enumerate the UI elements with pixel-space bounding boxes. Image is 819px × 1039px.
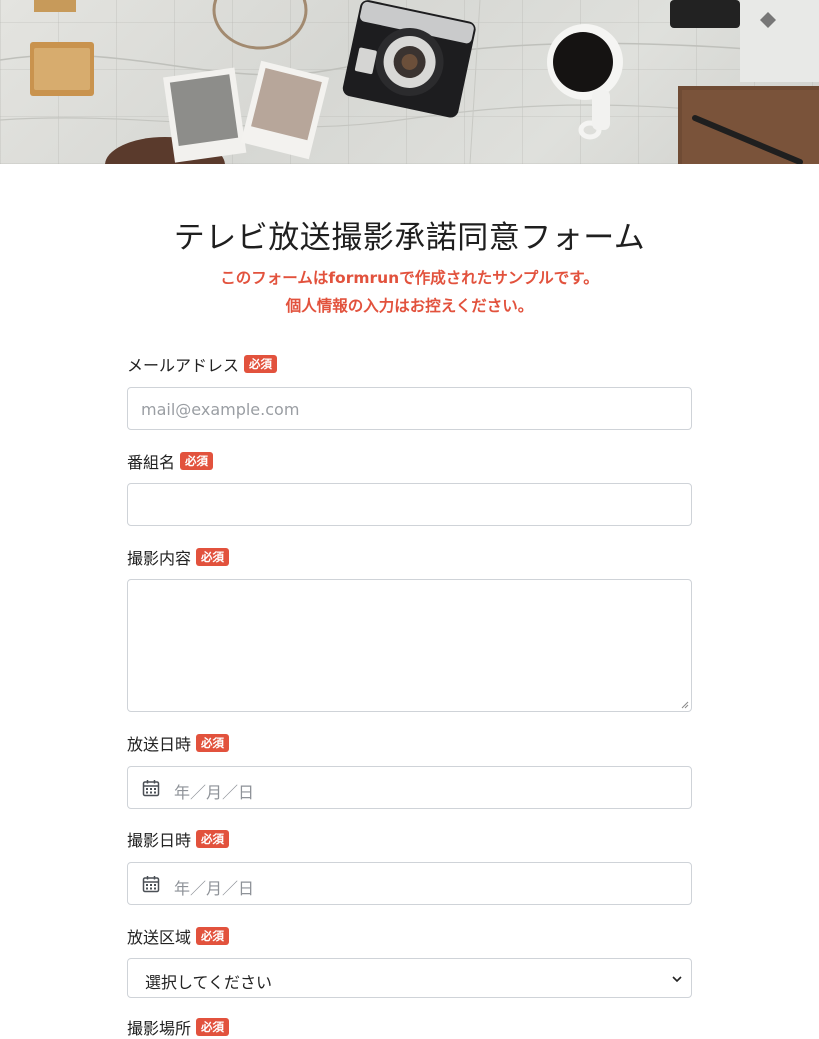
required-badge: 必須 xyxy=(196,548,230,566)
email-label-text: メールアドレス xyxy=(127,356,240,375)
filming-content-label-text: 撮影内容 xyxy=(127,549,192,568)
filming-date-placeholder: 年／月／日 xyxy=(174,879,255,898)
email-label: メールアドレス 必須 xyxy=(127,352,278,376)
filming-content-textarea[interactable] xyxy=(127,579,692,712)
program-name-label: 番組名 必須 xyxy=(127,449,214,473)
required-badge: 必須 xyxy=(196,830,230,848)
required-badge: 必須 xyxy=(180,452,214,470)
sample-notice-line2: 個人情報の入力はお控えください。 xyxy=(285,297,534,315)
program-name-input[interactable] xyxy=(127,483,692,526)
program-name-label-text: 番組名 xyxy=(127,453,176,472)
broadcast-area-select[interactable]: 選択してください xyxy=(127,958,692,998)
email-input[interactable]: mail@example.com xyxy=(127,387,692,430)
filming-date-label-text: 撮影日時 xyxy=(127,831,192,850)
broadcast-date-input[interactable]: 年／月／日 xyxy=(127,766,692,809)
broadcast-date-label: 放送日時 必須 xyxy=(127,731,230,755)
broadcast-area-label: 放送区域 必須 xyxy=(127,924,230,948)
broadcast-date-label-text: 放送日時 xyxy=(127,735,192,754)
header-image xyxy=(0,0,819,164)
required-badge: 必須 xyxy=(196,734,230,752)
filming-date-label: 撮影日時 必須 xyxy=(127,827,230,851)
calendar-icon[interactable] xyxy=(142,779,160,797)
resize-handle-icon[interactable] xyxy=(681,701,689,709)
email-placeholder: mail@example.com xyxy=(141,400,300,419)
broadcast-date-placeholder: 年／月／日 xyxy=(174,783,255,802)
header-photo-illustration xyxy=(0,0,819,164)
filming-location-label: 撮影場所 必須 xyxy=(127,1015,230,1039)
broadcast-area-selected-value: 選択してください xyxy=(145,973,273,992)
required-badge: 必須 xyxy=(196,927,230,945)
required-badge: 必須 xyxy=(244,355,278,373)
filming-date-input[interactable]: 年／月／日 xyxy=(127,862,692,905)
required-badge: 必須 xyxy=(196,1018,230,1036)
broadcast-area-label-text: 放送区域 xyxy=(127,928,192,947)
calendar-icon[interactable] xyxy=(142,875,160,893)
filming-content-label: 撮影内容 必須 xyxy=(127,545,230,569)
sample-notice-line1: このフォームはformrunで作成されたサンプルです。 xyxy=(220,269,599,287)
form-title: テレビ放送撮影承諾同意フォーム xyxy=(173,220,646,256)
chevron-down-icon[interactable] xyxy=(671,973,683,985)
filming-location-label-text: 撮影場所 xyxy=(127,1019,192,1038)
